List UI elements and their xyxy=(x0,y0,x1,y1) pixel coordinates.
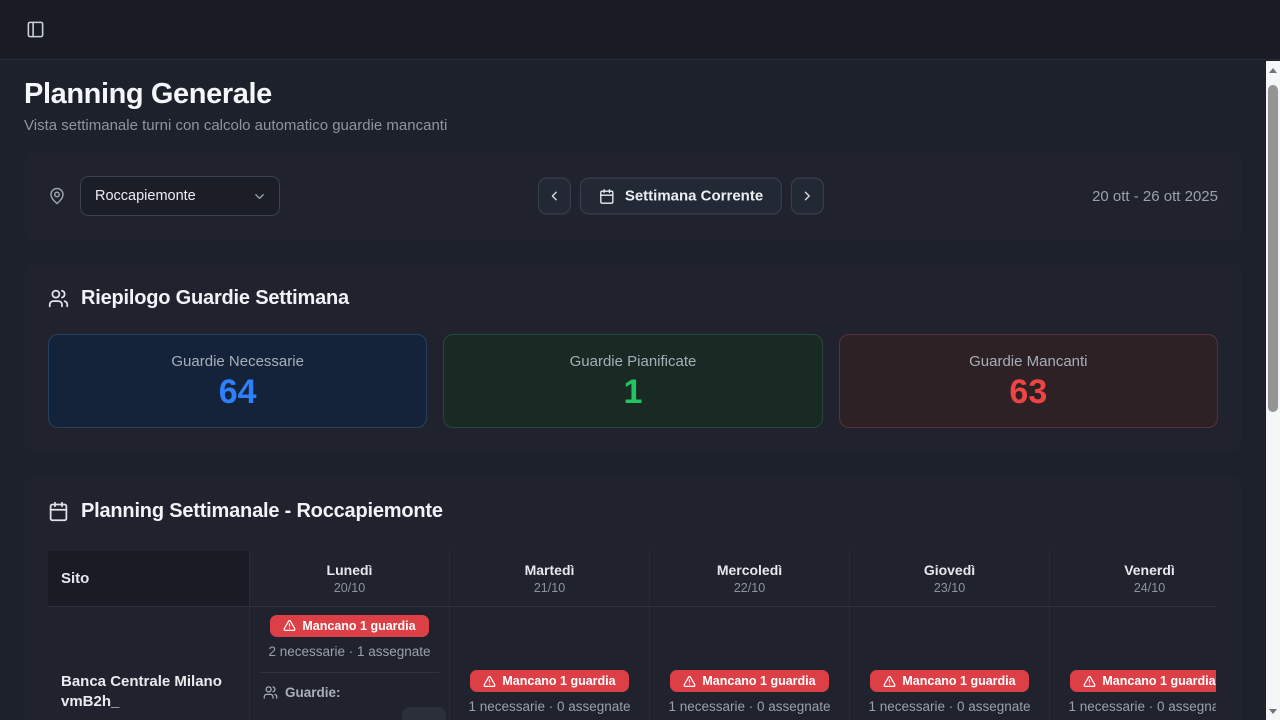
current-week-button[interactable]: Settimana Corrente xyxy=(580,178,782,215)
guards-row: Guardie: xyxy=(263,685,341,700)
site-name: Banca Centrale Milano vmB2h_ xyxy=(48,607,249,720)
triangle-alert-icon xyxy=(1083,675,1096,688)
column-header-day: Venerdì 24/10 xyxy=(1049,551,1216,606)
guard-chip[interactable] xyxy=(402,707,446,720)
scrollbar-down-arrow[interactable] xyxy=(1266,704,1280,718)
scrollbar-thumb[interactable] xyxy=(1268,85,1278,412)
next-week-button[interactable] xyxy=(791,178,824,215)
triangle-alert-icon xyxy=(483,675,496,688)
triangle-alert-icon xyxy=(283,619,296,632)
chevron-down-icon xyxy=(252,189,267,204)
current-week-button-label: Settimana Corrente xyxy=(625,188,763,205)
planning-title: Planning Settimanale - Roccapiemonte xyxy=(81,500,443,523)
shift-cell-martedi: Mancano 1 guardia 1 necessarie · 0 asseg… xyxy=(449,607,649,720)
users-icon xyxy=(263,685,278,700)
map-pin-icon xyxy=(48,187,66,205)
missing-guards-badge-label: Mancano 1 guardia xyxy=(1102,674,1215,688)
triangle-alert-icon xyxy=(883,675,896,688)
cell-detail: 2 necessarie · 1 assegnate xyxy=(268,644,430,659)
shift-cell-mercoledi: Mancano 1 guardia 1 necessarie · 0 asseg… xyxy=(649,607,849,720)
cell-detail: 1 necessarie · 0 assegnate xyxy=(868,699,1030,714)
day-name: Venerdì xyxy=(1124,562,1175,578)
table-row: Banca Centrale Milano vmB2h_ Mancano 1 g… xyxy=(48,607,1216,720)
stats-row: Guardie Necessarie 64 Guardie Pianificat… xyxy=(48,334,1218,428)
stat-card-pianificate: Guardie Pianificate 1 xyxy=(443,334,822,428)
shift-cell-giovedi: Mancano 1 guardia 1 necessarie · 0 asseg… xyxy=(849,607,1049,720)
shift-cell-lunedi: Mancano 1 guardia 2 necessarie · 1 asseg… xyxy=(249,607,449,720)
shift-cell-venerdi: Mancano 1 guardia 1 necessarie · 0 asseg… xyxy=(1049,607,1216,720)
day-name: Martedì xyxy=(525,562,575,578)
stat-label: Guardie Mancanti xyxy=(850,353,1207,370)
triangle-alert-icon xyxy=(683,675,696,688)
missing-guards-badge: Mancano 1 guardia xyxy=(870,670,1028,692)
missing-guards-badge: Mancano 1 guardia xyxy=(670,670,828,692)
scrollbar-up-arrow[interactable] xyxy=(1266,63,1280,77)
week-date-range: 20 ott - 26 ott 2025 xyxy=(1092,188,1218,205)
users-icon xyxy=(48,288,69,309)
day-date: 22/10 xyxy=(734,581,765,595)
day-date: 24/10 xyxy=(1134,581,1165,595)
page-subtitle: Vista settimanale turni con calcolo auto… xyxy=(24,117,1242,134)
stat-label: Guardie Pianificate xyxy=(454,353,811,370)
cell-divider xyxy=(260,672,439,673)
guards-label: Guardie: xyxy=(285,685,341,700)
missing-guards-badge-label: Mancano 1 guardia xyxy=(502,674,615,688)
day-name: Mercoledì xyxy=(717,562,782,578)
previous-week-button[interactable] xyxy=(538,178,571,215)
day-name: Giovedì xyxy=(924,562,975,578)
missing-guards-badge-label: Mancano 1 guardia xyxy=(702,674,815,688)
location-select[interactable]: Roccapiemonte xyxy=(80,176,280,216)
stat-value: 64 xyxy=(59,374,416,411)
table-header-row: Sito Lunedì 20/10 Martedì 21/10 Mercoled… xyxy=(48,551,1216,607)
panel-left-icon xyxy=(26,20,45,39)
stat-card-mancanti: Guardie Mancanti 63 xyxy=(839,334,1218,428)
main-content: Planning Generale Vista settimanale turn… xyxy=(0,60,1266,720)
stat-value: 1 xyxy=(454,374,811,411)
planning-card: Planning Settimanale - Roccapiemonte Sit… xyxy=(24,476,1242,720)
day-name: Lunedì xyxy=(327,562,373,578)
planning-table: Sito Lunedì 20/10 Martedì 21/10 Mercoled… xyxy=(48,551,1216,720)
missing-guards-badge-label: Mancano 1 guardia xyxy=(902,674,1015,688)
stat-card-necessarie: Guardie Necessarie 64 xyxy=(48,334,427,428)
location-group: Roccapiemonte xyxy=(48,176,280,216)
cell-detail: 1 necessarie · 0 assegnate xyxy=(668,699,830,714)
column-header-day: Mercoledì 22/10 xyxy=(649,551,849,606)
week-navigation: Settimana Corrente xyxy=(538,178,824,215)
column-header-day: Martedì 21/10 xyxy=(449,551,649,606)
day-date: 23/10 xyxy=(934,581,965,595)
calendar-icon xyxy=(48,501,69,522)
location-select-value: Roccapiemonte xyxy=(95,188,196,204)
cell-detail: 1 necessarie · 0 assegnate xyxy=(1068,699,1216,714)
column-header-sito: Sito xyxy=(48,551,249,606)
missing-guards-badge: Mancano 1 guardia xyxy=(1070,670,1216,692)
column-header-day: Lunedì 20/10 xyxy=(249,551,449,606)
page-title: Planning Generale xyxy=(24,78,1242,111)
missing-guards-badge: Mancano 1 guardia xyxy=(470,670,628,692)
summary-title: Riepilogo Guardie Settimana xyxy=(81,287,349,310)
top-bar xyxy=(0,0,1280,60)
chevron-right-icon xyxy=(800,189,815,204)
day-date: 21/10 xyxy=(534,581,565,595)
stat-label: Guardie Necessarie xyxy=(59,353,416,370)
day-date: 20/10 xyxy=(334,581,365,595)
calendar-icon xyxy=(599,188,615,204)
chevron-left-icon xyxy=(547,189,562,204)
missing-guards-badge: Mancano 1 guardia xyxy=(270,615,428,637)
column-header-day: Giovedì 23/10 xyxy=(849,551,1049,606)
cell-detail: 1 necessarie · 0 assegnate xyxy=(468,699,630,714)
vertical-scrollbar[interactable] xyxy=(1266,61,1280,720)
stat-value: 63 xyxy=(850,374,1207,411)
week-toolbar: Roccapiemonte Settimana Corrente xyxy=(24,151,1242,241)
summary-card: Riepilogo Guardie Settimana Guardie Nece… xyxy=(24,263,1242,452)
sidebar-toggle-button[interactable] xyxy=(22,17,48,43)
missing-guards-badge-label: Mancano 1 guardia xyxy=(302,619,415,633)
